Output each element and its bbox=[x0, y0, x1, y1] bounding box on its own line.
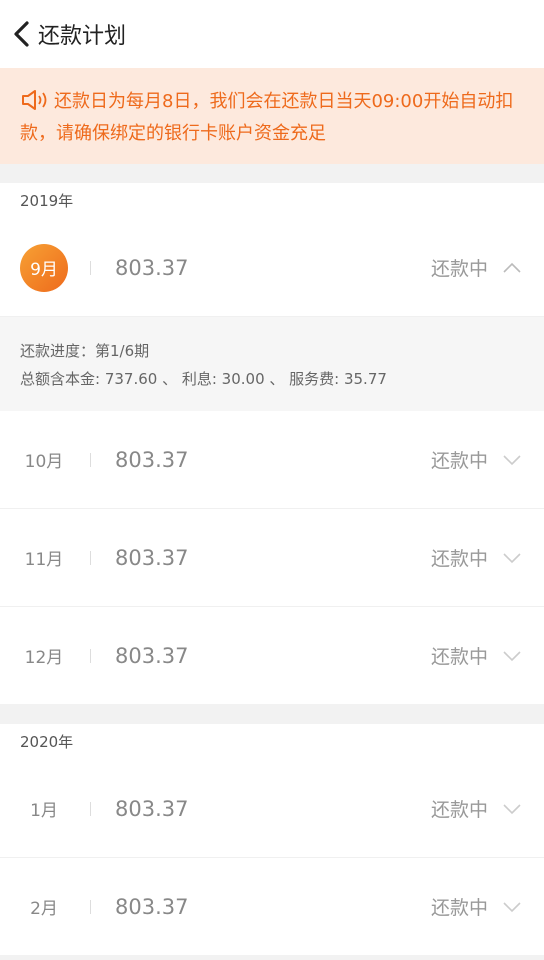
installment-amount: 803.37 bbox=[115, 894, 189, 919]
chevron-up-icon[interactable] bbox=[502, 262, 522, 274]
chevron-down-icon[interactable] bbox=[502, 650, 522, 662]
year-section-2019: 2019年 9月 803.37 还款中 还款进度：第1/6期 总额含本金: 73… bbox=[0, 183, 544, 704]
chevron-down-icon[interactable] bbox=[502, 454, 522, 466]
divider bbox=[90, 801, 91, 816]
repayment-notice: 还款日为每月8日，我们会在还款日当天09:00开始自动扣款，请确保绑定的银行卡账… bbox=[0, 68, 544, 164]
year-label: 2019年 bbox=[20, 192, 74, 210]
installment-row[interactable]: 11月 803.37 还款中 bbox=[0, 509, 544, 607]
installment-status: 还款中 bbox=[430, 799, 488, 821]
month-badge: 9月 bbox=[20, 243, 68, 292]
amount-breakdown: 总额含本金: 737.60 、 利息: 30.00 、 服务费: 35.77 bbox=[20, 370, 387, 388]
installment-row[interactable]: 10月 803.37 还款中 bbox=[0, 411, 544, 509]
month-label: 12月 bbox=[24, 648, 64, 668]
repayment-progress: 还款进度：第1/6期 bbox=[20, 342, 150, 360]
year-label: 2020年 bbox=[20, 733, 74, 751]
installment-amount: 803.37 bbox=[115, 796, 189, 821]
divider bbox=[90, 550, 91, 565]
installment-row[interactable]: 2月 803.37 还款中 bbox=[0, 858, 544, 955]
speaker-icon bbox=[22, 90, 47, 110]
page-title: 还款计划 bbox=[38, 24, 127, 49]
chevron-down-icon[interactable] bbox=[502, 803, 522, 815]
month-label: 1月 bbox=[30, 801, 58, 821]
installment-status: 还款中 bbox=[430, 548, 488, 570]
month-label: 2月 bbox=[30, 899, 58, 919]
year-section-2020: 2020年 1月 803.37 还款中 2月 803.37 还款中 bbox=[0, 724, 544, 955]
installment-row[interactable]: 12月 803.37 还款中 bbox=[0, 607, 544, 704]
installment-amount: 803.37 bbox=[115, 255, 189, 280]
divider bbox=[90, 452, 91, 467]
divider bbox=[90, 899, 91, 914]
installment-row[interactable]: 1月 803.37 还款中 bbox=[0, 760, 544, 858]
divider bbox=[90, 260, 91, 275]
chevron-down-icon[interactable] bbox=[502, 552, 522, 564]
chevron-down-icon[interactable] bbox=[502, 901, 522, 913]
divider bbox=[90, 648, 91, 663]
installment-row[interactable]: 9月 803.37 还款中 bbox=[0, 219, 544, 317]
installment-status: 还款中 bbox=[430, 450, 488, 472]
header-bar: 还款计划 bbox=[0, 0, 544, 68]
installment-detail: 还款进度：第1/6期 总额含本金: 737.60 、 利息: 30.00 、 服… bbox=[0, 317, 544, 411]
back-chevron-icon[interactable] bbox=[12, 20, 32, 48]
installment-amount: 803.37 bbox=[115, 447, 189, 472]
month-label: 10月 bbox=[24, 452, 64, 472]
month-label: 11月 bbox=[24, 550, 64, 570]
installment-amount: 803.37 bbox=[115, 643, 189, 668]
installment-status: 还款中 bbox=[430, 897, 488, 919]
installment-amount: 803.37 bbox=[115, 545, 189, 570]
installment-status: 还款中 bbox=[430, 646, 488, 668]
notice-text: 还款日为每月8日，我们会在还款日当天09:00开始自动扣款，请确保绑定的银行卡账… bbox=[20, 91, 514, 144]
installment-status: 还款中 bbox=[430, 258, 488, 280]
